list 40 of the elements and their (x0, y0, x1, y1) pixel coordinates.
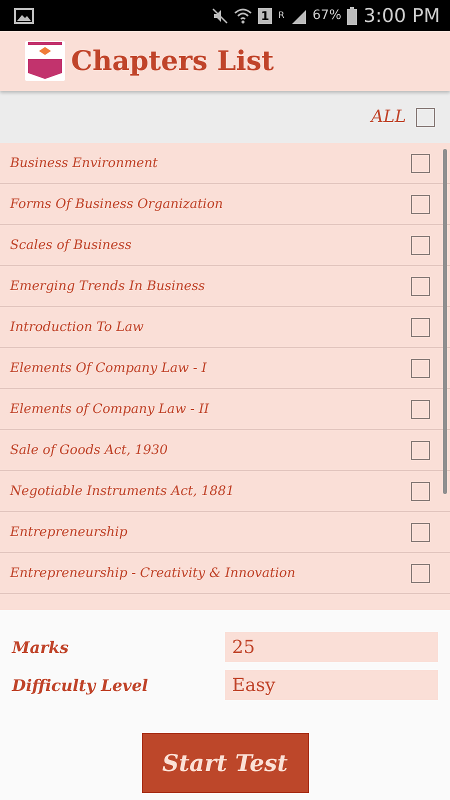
signal-icon (290, 8, 307, 24)
setting-label: Marks (12, 638, 70, 656)
chapter-checkbox[interactable] (411, 194, 430, 214)
app-logo-icon (25, 41, 65, 81)
chapter-title: Scales of Business (10, 238, 133, 252)
chapter-checkbox[interactable] (411, 440, 430, 460)
chapter-title: Entrepreneurship (10, 524, 128, 540)
gallery-icon (14, 8, 34, 24)
chapter-title: Entrepreneurship - Creativity & Innovation (10, 566, 296, 580)
chapter-title: Elements Of Company Law - I (10, 360, 208, 376)
chapter-title: Forms Of Business Organization (10, 196, 224, 212)
clock-time: 3:00 PM (363, 4, 440, 26)
roaming-indicator: R (278, 10, 285, 20)
chapter-title: Sale of Goods Act, 1930 (10, 442, 169, 458)
chapter-checkbox[interactable] (411, 276, 430, 296)
start-test-button[interactable]: Start Test (142, 733, 308, 793)
select-all-checkbox[interactable] (416, 108, 435, 126)
battery-percent: 67% (312, 8, 342, 23)
chapter-checkbox[interactable] (411, 522, 430, 542)
chapter-checkbox[interactable] (411, 154, 430, 172)
battery-icon (347, 6, 358, 24)
setting-label: Difficulty Level (12, 676, 149, 694)
chapter-title: Business Environment (10, 156, 159, 170)
chapter-title: Emerging Trends In Business (10, 278, 206, 294)
select-all-label: ALL (371, 107, 406, 127)
chapter-checkbox[interactable] (411, 236, 430, 254)
setting-field[interactable]: 25 (225, 632, 438, 662)
chapter-title: Introduction To Law (10, 320, 145, 334)
chapter-checkbox[interactable] (411, 358, 430, 378)
wifi-icon (234, 8, 252, 24)
sim-indicator: 1 (258, 8, 272, 24)
setting-field[interactable]: Easy (225, 670, 438, 700)
chapter-title: Negotiable Instruments Act, 1881 (10, 484, 236, 498)
mute-icon (212, 8, 228, 24)
chapter-checkbox[interactable] (411, 564, 430, 582)
chapter-checkbox[interactable] (411, 400, 430, 418)
chapter-title: Elements of Company Law - II (10, 402, 210, 416)
app-title: Chapters List (71, 46, 274, 76)
chapter-checkbox[interactable] (411, 482, 430, 500)
chapter-checkbox[interactable] (411, 318, 430, 336)
